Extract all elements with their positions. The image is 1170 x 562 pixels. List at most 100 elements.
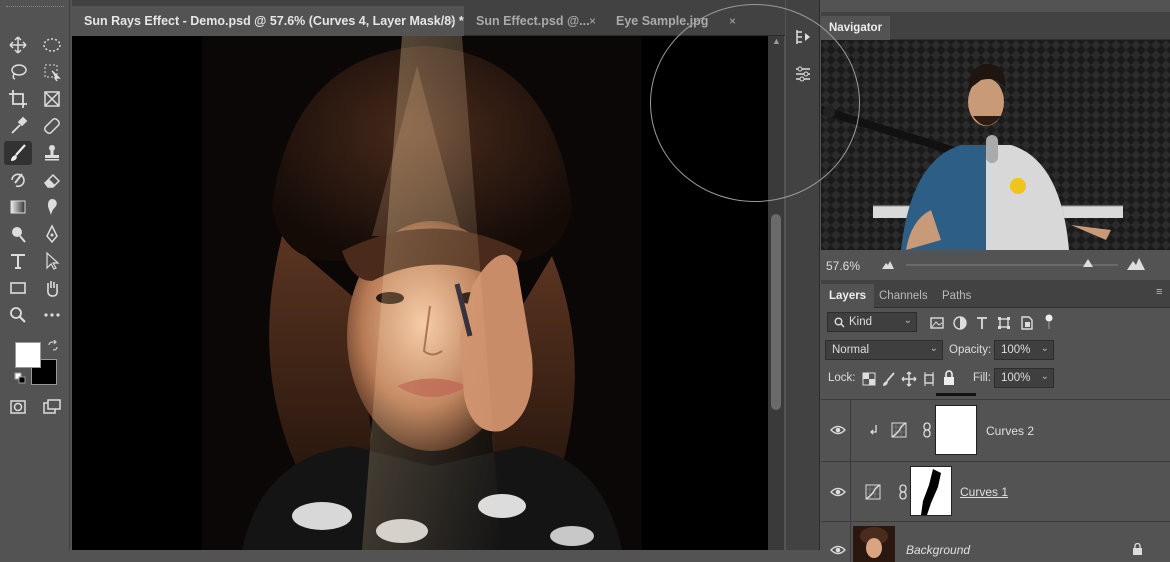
type-icon[interactable] xyxy=(4,249,32,273)
zoom-value[interactable]: 57.6% xyxy=(826,259,860,273)
blend-mode-value: Normal xyxy=(832,344,870,356)
tab-paths[interactable]: Paths xyxy=(934,284,979,308)
close-icon[interactable]: × xyxy=(729,14,736,28)
search-icon xyxy=(834,317,845,328)
blend-opacity-row: Normal ⌄ Opacity: 100% ⌄ xyxy=(821,340,1170,362)
layer-mask-thumbnail[interactable] xyxy=(910,466,952,516)
tab-eye-sample[interactable]: Eye Sample.jpg × xyxy=(604,8,744,34)
tab-layers[interactable]: Layers xyxy=(821,284,875,308)
zoom-in-icon[interactable] xyxy=(1127,258,1145,270)
dodge-icon[interactable] xyxy=(4,222,32,246)
filter-smart-object-icon[interactable] xyxy=(1019,315,1035,331)
panel-grip[interactable] xyxy=(6,6,64,12)
layer-row[interactable]: Background xyxy=(821,521,1170,562)
mask-link-icon[interactable] xyxy=(922,422,932,438)
tab-label: Sun Effect.psd @... xyxy=(476,14,590,28)
rectangle-icon[interactable] xyxy=(4,276,32,300)
chevron-down-icon[interactable]: ⌄ xyxy=(1041,371,1049,382)
layer-name[interactable]: Curves 1 xyxy=(960,485,1008,499)
chevron-down-icon: ⌄ xyxy=(903,315,912,326)
fill-input[interactable]: 100% ⌄ xyxy=(994,368,1054,388)
opacity-value: 100% xyxy=(1001,344,1031,356)
blend-mode-dropdown[interactable]: Normal ⌄ xyxy=(825,340,943,360)
history-panel-icon[interactable] xyxy=(791,25,815,49)
scroll-up-icon[interactable]: ▲ xyxy=(772,36,781,46)
document-tabs: Sun Rays Effect - Demo.psd @ 57.6% (Curv… xyxy=(72,0,785,36)
opacity-input[interactable]: 100% ⌄ xyxy=(994,340,1054,360)
close-icon[interactable]: × xyxy=(449,14,456,28)
zoom-slider-knob[interactable] xyxy=(1083,259,1093,267)
tab-label: Eye Sample.jpg xyxy=(616,14,709,28)
tab-sun-rays-demo[interactable]: Sun Rays Effect - Demo.psd @ 57.6% (Curv… xyxy=(72,6,464,36)
foreground-color-swatch[interactable] xyxy=(15,342,41,368)
scrollbar-thumb[interactable] xyxy=(771,214,781,410)
lock-position-icon[interactable] xyxy=(901,371,917,387)
collapsed-panel-dock xyxy=(786,0,820,550)
tab-sun-effect[interactable]: Sun Effect.psd @... × xyxy=(464,8,604,34)
panel-menu-icon[interactable]: ≡ xyxy=(1156,286,1170,302)
adjustments-panel-icon[interactable] xyxy=(791,62,815,86)
crop-icon[interactable] xyxy=(4,87,32,111)
lock-icon xyxy=(1133,543,1142,555)
eye-icon[interactable] xyxy=(830,486,846,498)
eyedropper-icon[interactable] xyxy=(4,114,32,138)
gradient-icon[interactable] xyxy=(4,195,32,219)
object-select-icon[interactable] xyxy=(38,60,66,84)
more-icon[interactable] xyxy=(38,303,66,327)
pen-icon[interactable] xyxy=(38,222,66,246)
layer-name[interactable]: Background xyxy=(906,543,970,557)
tab-navigator[interactable]: Navigator xyxy=(821,16,891,40)
fill-label: Fill: xyxy=(973,372,991,384)
brush-icon[interactable] xyxy=(4,141,32,165)
move-icon[interactable] xyxy=(4,33,32,57)
navigator-header: Navigator xyxy=(821,12,1170,40)
zoom-slider[interactable] xyxy=(906,259,1118,267)
stamp-icon[interactable] xyxy=(38,141,66,165)
filter-type-icon[interactable] xyxy=(974,315,990,331)
lock-artboard-icon[interactable] xyxy=(921,371,937,387)
default-colors-icon[interactable] xyxy=(14,372,26,384)
portrait-image xyxy=(202,36,642,550)
document-canvas[interactable] xyxy=(72,36,768,550)
swap-colors-icon[interactable] xyxy=(47,340,59,352)
lasso-icon[interactable] xyxy=(4,60,32,84)
frame-icon[interactable] xyxy=(38,87,66,111)
quick-mask-icon[interactable] xyxy=(4,395,32,419)
eye-icon[interactable] xyxy=(830,424,846,436)
curves-adjustment-icon xyxy=(865,484,881,500)
filter-shape-icon[interactable] xyxy=(996,315,1012,331)
hand-icon[interactable] xyxy=(38,276,66,300)
eye-icon[interactable] xyxy=(830,544,846,556)
filter-pixel-icon[interactable] xyxy=(929,315,945,331)
curves-adjustment-icon xyxy=(891,422,907,438)
marquee-icon[interactable] xyxy=(38,33,66,57)
layer-mask-thumbnail[interactable] xyxy=(935,405,977,455)
healing-icon[interactable] xyxy=(38,114,66,138)
zoom-out-icon[interactable] xyxy=(882,260,894,269)
smudge-icon[interactable] xyxy=(38,195,66,219)
mask-link-icon[interactable] xyxy=(898,484,908,500)
filter-kind-label: Kind xyxy=(849,316,873,328)
fill-value: 100% xyxy=(1001,372,1031,384)
eraser-icon[interactable] xyxy=(38,168,66,192)
tools-panel xyxy=(0,0,70,550)
lock-image-pixels-icon[interactable] xyxy=(881,371,897,387)
layer-name[interactable]: Curves 2 xyxy=(986,424,1034,438)
path-select-icon[interactable] xyxy=(38,249,66,273)
close-icon[interactable]: × xyxy=(589,14,596,28)
screen-mode-icon[interactable] xyxy=(38,395,66,419)
history-brush-icon[interactable] xyxy=(4,168,32,192)
filter-adjustment-icon[interactable] xyxy=(952,315,968,331)
layer-filter-dropdown[interactable]: Kind ⌄ xyxy=(827,312,917,332)
layer-thumbnail[interactable] xyxy=(853,526,895,562)
zoom-icon[interactable] xyxy=(4,303,32,327)
navigator-preview[interactable] xyxy=(821,40,1170,250)
canvas-vertical-scrollbar[interactable]: ▲ xyxy=(768,36,784,550)
tab-channels[interactable]: Channels xyxy=(871,284,936,308)
lock-all-icon[interactable] xyxy=(941,370,957,386)
chevron-down-icon[interactable]: ⌄ xyxy=(1041,343,1049,354)
layer-row[interactable]: Curves 1 xyxy=(821,461,1170,522)
layer-row[interactable]: Curves 2 xyxy=(821,399,1170,462)
filter-toggle-icon[interactable] xyxy=(1041,314,1057,330)
lock-transparent-pixels-icon[interactable] xyxy=(861,371,877,387)
